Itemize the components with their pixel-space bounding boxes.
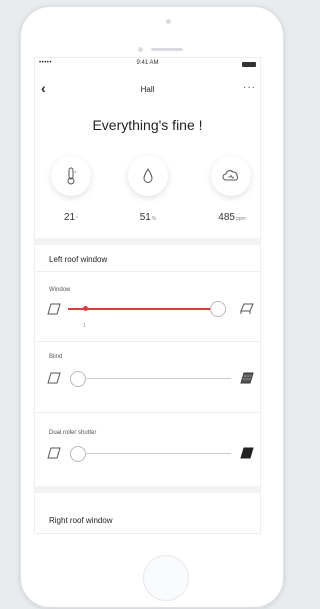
window-label: Window — [49, 287, 71, 293]
nav-bar: ‹ Hall ··· — [35, 80, 260, 97]
blind-open-icon[interactable] — [47, 372, 61, 384]
shutter-label: Dual roller shutter — [49, 430, 97, 436]
page-title: Hall — [140, 85, 155, 94]
status-bar: ••••• 9:41 AM — [35, 58, 260, 70]
shutter-slider-thumb[interactable] — [70, 446, 86, 462]
separator — [35, 271, 260, 272]
separator — [35, 341, 260, 342]
window-slider-fill — [68, 308, 216, 310]
blind-slider-track[interactable] — [85, 378, 231, 379]
air-quality-number: 485 — [218, 212, 235, 223]
proximity-sensor — [138, 47, 143, 52]
air-quality-sensor[interactable] — [211, 156, 251, 196]
blind-slider-thumb[interactable] — [70, 371, 86, 387]
droplet-icon — [143, 168, 153, 183]
humidity-number: 51 — [139, 212, 151, 223]
window-target-marker — [83, 306, 88, 311]
shutter-open-icon[interactable] — [47, 447, 61, 459]
window-closed-icon[interactable] — [47, 303, 61, 315]
clock: 9:41 AM — [136, 60, 159, 66]
left-roof-window-title: Left roof window — [49, 255, 108, 264]
air-quality-value: 485ppm — [207, 212, 257, 223]
window-open-icon[interactable] — [240, 303, 254, 315]
right-roof-window-title: Right roof window — [49, 516, 113, 525]
temperature-unit: ° — [76, 216, 79, 222]
thermometer-icon — [67, 167, 76, 185]
section-divider — [35, 486, 260, 493]
blind-label: Blind — [49, 354, 63, 360]
camera — [166, 19, 171, 24]
humidity-unit: % — [151, 216, 157, 222]
cloud-icon — [222, 170, 239, 181]
battery-icon — [242, 62, 256, 67]
blind-closed-icon[interactable] — [240, 372, 254, 384]
temperature-sensor[interactable] — [51, 156, 91, 196]
shutter-closed-icon[interactable] — [240, 447, 254, 459]
shutter-slider-track[interactable] — [85, 453, 231, 454]
window-marker-label: 1 — [83, 323, 86, 329]
status-headline: Everything's fine ! — [92, 117, 203, 133]
home-button[interactable] — [143, 555, 189, 601]
temperature-number: 21 — [63, 212, 76, 223]
humidity-sensor[interactable] — [128, 156, 168, 196]
air-quality-unit: ppm — [235, 216, 246, 222]
window-slider-thumb[interactable] — [210, 301, 226, 317]
more-icon[interactable]: ··· — [243, 82, 256, 93]
temperature-value: 21° — [46, 212, 96, 223]
humidity-value: 51% — [123, 212, 173, 223]
section-divider — [35, 238, 260, 245]
separator — [35, 412, 260, 413]
app-screen: ••••• 9:41 AM ‹ Hall ··· Everything's fi… — [34, 57, 261, 534]
speaker — [151, 48, 183, 51]
